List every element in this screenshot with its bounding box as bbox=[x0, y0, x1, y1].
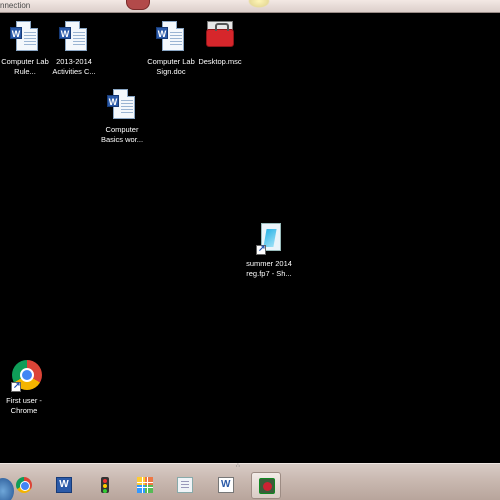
desktop: W Computer Lab Rule... W 2013-2014 Activ… bbox=[0, 13, 500, 463]
icon-label: Computer Basics wor... bbox=[100, 125, 144, 144]
taskbar: ∴ W bbox=[0, 463, 500, 500]
signal-icon bbox=[248, 0, 270, 8]
remote-connection-bar: nnection bbox=[0, 0, 500, 13]
taskbar-word[interactable]: W bbox=[49, 472, 79, 499]
word-document-icon: W bbox=[57, 19, 91, 55]
desktop-icon-first-user-chrome[interactable]: First user - Chrome bbox=[0, 358, 52, 415]
word-document-icon: W bbox=[105, 87, 139, 123]
filemaker-shortcut-icon bbox=[252, 221, 286, 257]
taskbar-document[interactable] bbox=[170, 472, 200, 499]
document-icon bbox=[177, 477, 193, 493]
word-document-icon: W bbox=[8, 19, 42, 55]
taskbar-traffic-light[interactable] bbox=[90, 472, 120, 499]
desktop-icon-summer-2014-reg[interactable]: summer 2014 reg.fp7 - Sh... bbox=[241, 221, 297, 278]
icon-label: First user - Chrome bbox=[6, 396, 42, 415]
taskbar-word-files[interactable] bbox=[211, 472, 241, 499]
word-document-icon: W bbox=[154, 19, 188, 55]
desktop-icon-desktop-msc[interactable]: Desktop.msc bbox=[192, 19, 248, 67]
connection-title: nnection bbox=[0, 1, 31, 10]
toolbox-icon bbox=[203, 19, 237, 55]
taskbar-chrome[interactable] bbox=[9, 472, 39, 499]
taskbar-remote-desktop[interactable] bbox=[251, 472, 281, 499]
pin-button[interactable] bbox=[126, 0, 150, 10]
remote-desktop-icon bbox=[259, 478, 275, 494]
chrome-shortcut-icon bbox=[7, 358, 42, 394]
taskbar-grip[interactable]: ∴ bbox=[236, 463, 242, 469]
word-files-icon bbox=[218, 477, 234, 493]
desktop-icon-computer-lab-sign[interactable]: W Computer Lab Sign.doc bbox=[143, 19, 199, 76]
icon-label: Computer Lab Sign.doc bbox=[147, 57, 195, 76]
taskbar-app-grid[interactable] bbox=[130, 472, 160, 499]
app-grid-icon bbox=[137, 477, 153, 493]
desktop-icon-activities[interactable]: W 2013-2014 Activities C... bbox=[46, 19, 102, 76]
desktop-icon-computer-basics[interactable]: W Computer Basics wor... bbox=[94, 87, 150, 144]
icon-label: summer 2014 reg.fp7 - Sh... bbox=[246, 259, 292, 278]
icon-label: 2013-2014 Activities C... bbox=[52, 57, 96, 76]
word-icon: W bbox=[56, 477, 72, 493]
chrome-icon bbox=[16, 477, 32, 493]
traffic-light-icon bbox=[101, 477, 109, 493]
icon-label: Desktop.msc bbox=[198, 57, 242, 66]
